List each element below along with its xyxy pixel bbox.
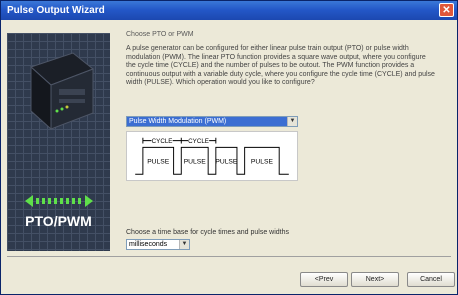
section-heading: Choose PTO or PWM	[126, 31, 194, 38]
pto-pwm-caption: PTO/PWM	[25, 213, 92, 229]
cycle-label-2: CYCLE	[188, 138, 209, 145]
pulse-label-4: PULSE	[251, 159, 274, 166]
pulse-label-2: PULSE	[184, 159, 207, 166]
cycle-label-1: CYCLE	[152, 138, 173, 145]
chevron-down-icon[interactable]: ▼	[287, 117, 297, 126]
timebase-select-value: milliseconds	[129, 241, 168, 248]
next-button[interactable]: Next>	[351, 272, 399, 287]
bidirectional-arrow-icon	[25, 195, 93, 207]
description-text: A pulse generator can be configured for …	[126, 45, 435, 87]
wizard-window: Pulse Output Wizard ✕ PTO/PWM Choose PTO…	[0, 0, 458, 295]
plc-device-icon	[30, 52, 94, 131]
close-button[interactable]: ✕	[439, 3, 454, 17]
prev-button[interactable]: <Prev	[300, 272, 348, 287]
pulse-label-3: PULSE	[215, 159, 238, 166]
window-title: Pulse Output Wizard	[7, 5, 105, 16]
timebase-select[interactable]: milliseconds ▼	[126, 239, 190, 250]
operation-select-value: Pulse Width Modulation (PWM)	[127, 117, 287, 126]
wizard-graphic-panel: PTO/PWM	[7, 33, 110, 251]
wizard-content: PTO/PWM Choose PTO or PWM A pulse genera…	[7, 24, 451, 257]
pwm-waveform-diagram: CYCLE CYCLE PULSE PULSE PULSE PULSE	[126, 131, 298, 181]
pulse-label-1: PULSE	[147, 159, 170, 166]
timebase-label: Choose a time base for cycle times and p…	[126, 229, 290, 236]
title-bar[interactable]: Pulse Output Wizard ✕	[1, 1, 457, 20]
chevron-down-icon[interactable]: ▼	[179, 240, 189, 249]
cancel-button[interactable]: Cancel	[407, 272, 455, 287]
operation-select[interactable]: Pulse Width Modulation (PWM) ▼	[126, 116, 298, 127]
